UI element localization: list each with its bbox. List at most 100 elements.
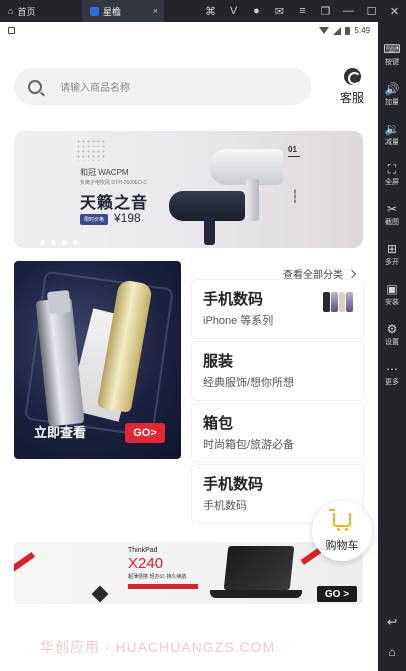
more-icon: ⋯ [386, 361, 398, 376]
vertical-dots [294, 189, 296, 203]
tab-app-label: 星檐 [103, 6, 122, 17]
sidebar-item-fullscreen[interactable]: ⛶ 全屏 [378, 154, 406, 194]
cart-label: 购物车 [325, 540, 359, 552]
volume-down-icon: 🔉 [384, 121, 400, 136]
cart-icon [329, 509, 351, 531]
banner-badge: 限时价格 [80, 214, 109, 225]
carousel-dot[interactable] [51, 240, 56, 245]
app-screen: 请输入商品名称 客服 和冠 WACPM 负离子电吹风 DYH-2600ED-C … [0, 39, 378, 671]
category-title: 服装 [203, 353, 234, 370]
minimize-icon[interactable]: — [337, 0, 360, 22]
user-icon[interactable]: ● [245, 0, 268, 22]
tab-home-label: 首页 [17, 6, 36, 17]
category-title: 箱包 [203, 415, 234, 432]
carousel-dot[interactable] [40, 240, 45, 245]
category-card[interactable]: 服装 经典服饰/想你所想 [192, 342, 363, 400]
thinkpad-go-button[interactable]: GO > [317, 586, 357, 602]
scissors-icon: ✂ [386, 201, 398, 216]
sidebar-item-label: 截图 [385, 218, 399, 226]
view-all-label: 查看全部分类 [283, 270, 343, 281]
banner-price: ¥198 [114, 211, 141, 225]
close-window-icon[interactable]: ✕ [383, 0, 406, 22]
gamepad-icon[interactable]: ⌘ [199, 0, 222, 22]
laptop-base [210, 590, 302, 598]
tab-app[interactable]: 星檐 × [82, 0, 164, 22]
keyboard-icon: ⌨ [383, 41, 401, 56]
banner-model: 负离子电吹风 DYH-2600ED-C [80, 180, 147, 186]
fullscreen-icon: ⛶ [387, 161, 397, 176]
dark-diamond-decoration [91, 585, 109, 603]
headset-icon [343, 68, 361, 85]
sidebar-item-settings[interactable]: ⚙ 设置 [378, 314, 406, 354]
category-subtitle: 手机数码 [203, 500, 247, 512]
maximize-icon[interactable]: ☐ [360, 0, 383, 22]
category-subtitle: 经典服饰/想你所想 [203, 377, 295, 389]
sidebar-item-label: 多开 [385, 258, 399, 266]
promo-go-button[interactable]: GO> [125, 423, 165, 443]
home-icon: ⌂ [8, 6, 14, 16]
category-subtitle: iPhone 等系列 [203, 315, 274, 327]
cosmetics-promo-card[interactable]: 立即查看 GO> [14, 261, 181, 459]
tab-home[interactable]: ⌂ 首页 [0, 0, 82, 22]
sidebar-item-more[interactable]: ⋯ 更多 [378, 354, 406, 394]
emulator-sidebar: ⌨ 按键 🔊 加量 🔉 减量 ⛶ 全屏 ✂ 截图 ⊞ 多开 ▣ 安装 ⚙ 设置 … [378, 22, 406, 671]
search-input[interactable]: 请输入商品名称 [14, 68, 311, 105]
category-title: 手机数码 [203, 476, 264, 493]
red-price-strip [128, 584, 198, 589]
sidebar-item-keyboard[interactable]: ⌨ 按键 [378, 34, 406, 74]
wifi-icon [319, 27, 330, 34]
notification-icon [8, 27, 15, 34]
category-title: 手机数码 [203, 291, 264, 308]
customer-service-button[interactable]: 客服 [336, 68, 368, 106]
sidebar-item-volume-up[interactable]: 🔊 加量 [378, 74, 406, 114]
status-time: 5:49 [354, 26, 370, 35]
dot-pattern [76, 139, 106, 161]
vt-icon[interactable]: V [222, 0, 245, 22]
carousel-dot[interactable] [62, 240, 67, 245]
multi-open-icon: ⊞ [386, 241, 398, 256]
sidebar-item-multi-open[interactable]: ⊞ 多开 [378, 234, 406, 274]
customer-service-label: 客服 [339, 91, 364, 105]
shopping-cart-button[interactable]: 购物车 [312, 501, 372, 561]
sidebar-item-label: 更多 [385, 378, 399, 386]
bottle-cap [46, 289, 72, 315]
banner-brand: 和冠 WACPM [80, 168, 129, 177]
close-tab-icon[interactable]: × [153, 6, 158, 16]
restore-window-icon[interactable]: ❐ [314, 0, 337, 22]
hero-banner[interactable]: 和冠 WACPM 负离子电吹风 DYH-2600ED-C 天籁之音 限时价格 ¥… [14, 131, 363, 248]
mail-icon[interactable]: ✉ [268, 0, 291, 22]
banner-title: 天籁之音 [80, 195, 149, 212]
view-all-categories-link[interactable]: 查看全部分类 [283, 266, 357, 281]
chevron-right-icon [347, 269, 357, 278]
category-card[interactable]: 箱包 时尚箱包/旅游必备 [192, 404, 363, 462]
menu-icon[interactable]: ≡ [291, 0, 314, 22]
watermark: 华创应用 · HUACHUANGZS.COM [40, 639, 276, 655]
carousel-dot[interactable] [73, 240, 78, 245]
sidebar-item-label: 全屏 [385, 178, 399, 186]
battery-icon [345, 26, 351, 35]
apk-install-icon: ▣ [386, 281, 398, 296]
sidebar-item-install[interactable]: ▣ 安装 [378, 274, 406, 314]
volume-up-icon: 🔊 [384, 81, 400, 96]
sidebar-item-label: 按键 [385, 58, 399, 66]
phones-thumbnail [323, 292, 353, 312]
sidebar-item-screenshot[interactable]: ✂ 截图 [378, 194, 406, 234]
category-subtitle: 时尚箱包/旅游必备 [203, 439, 295, 451]
thinkpad-model: X240 [128, 555, 164, 572]
carousel-indicator[interactable] [40, 240, 78, 245]
thinkpad-brand: ThinkPad [128, 547, 158, 554]
thinkpad-description: 超薄便携·轻办公·持久续航 [128, 574, 187, 580]
promo-label: 立即查看 [34, 425, 87, 440]
android-home-icon[interactable]: ⌂ [378, 637, 406, 667]
red-stripe-decoration [14, 551, 36, 575]
laptop-image [223, 546, 295, 590]
sidebar-item-label: 减量 [385, 138, 399, 146]
back-icon[interactable]: ↩ [378, 607, 406, 637]
sidebar-item-label: 安装 [385, 298, 399, 306]
category-card[interactable]: 手机数码 iPhone 等系列 [192, 280, 363, 338]
settings-icon: ⚙ [386, 321, 398, 336]
search-row: 请输入商品名称 客服 [14, 68, 364, 108]
sidebar-item-label: 加量 [385, 98, 399, 106]
thinkpad-banner[interactable]: ThinkPad X240 超薄便携·轻办公·持久续航 GO > [14, 542, 363, 604]
sidebar-item-volume-down[interactable]: 🔉 减量 [378, 114, 406, 154]
